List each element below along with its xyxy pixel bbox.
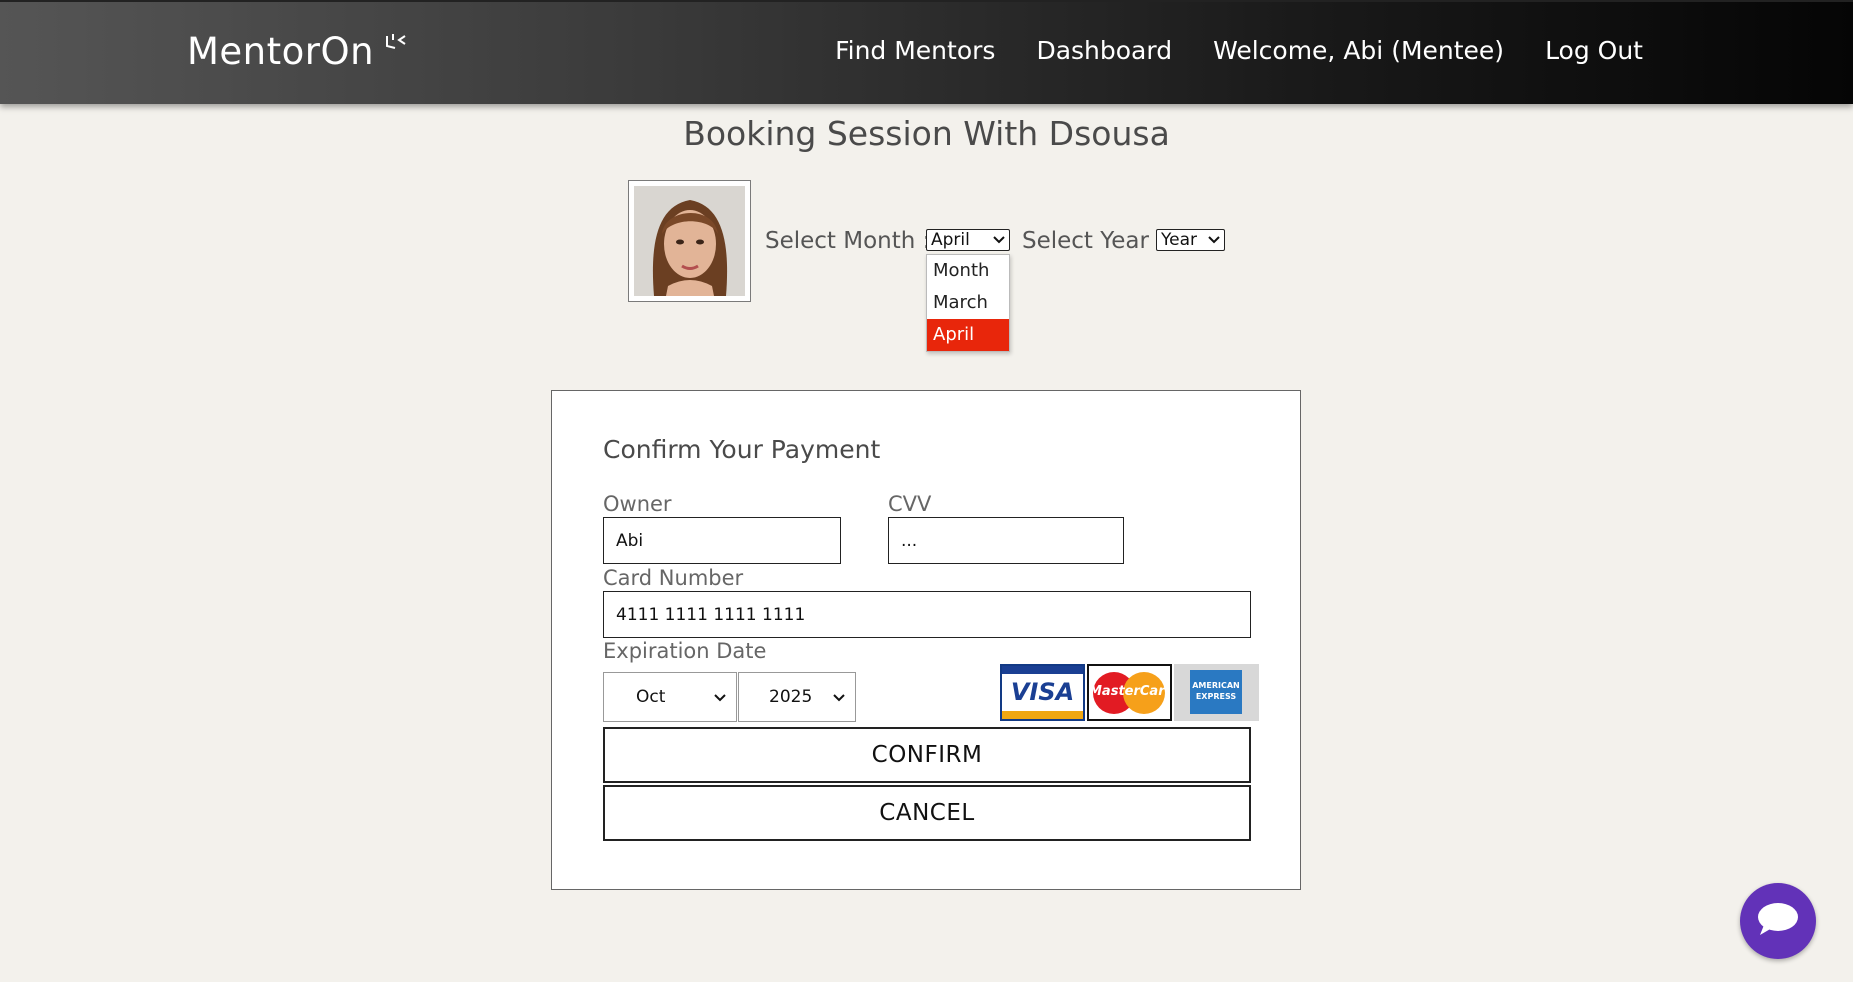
mentor-avatar [634, 186, 745, 296]
chat-bubble-icon [1756, 899, 1800, 943]
cvv-input[interactable]: ... [888, 517, 1124, 564]
logo[interactable]: MentorOn [187, 30, 409, 73]
confirm-button[interactable]: CONFIRM [603, 727, 1251, 783]
select-year-label: Select Year : [1022, 228, 1165, 254]
chat-button[interactable] [1740, 883, 1816, 959]
mastercard-logo-text: MasterCard [1089, 684, 1172, 699]
amex-logo: AMERICAN EXPRESS [1174, 664, 1259, 721]
month-select[interactable]: April [926, 229, 1010, 251]
nav-dashboard[interactable]: Dashboard [1036, 36, 1172, 65]
owner-input[interactable]: Abi [603, 517, 841, 564]
mastercard-logo: MasterCard [1087, 664, 1172, 721]
month-dropdown-list: Month March April [926, 254, 1010, 352]
month-option[interactable]: Month [927, 255, 1009, 287]
card-number-input[interactable]: 4111 1111 1111 1111 [603, 591, 1251, 638]
amex-logo-text: AMERICAN EXPRESS [1190, 670, 1242, 714]
year-select[interactable]: Year [1156, 229, 1225, 251]
card-number-label: Card Number [603, 566, 744, 590]
logo-text: MentorOn [187, 30, 375, 73]
chevron-down-icon [833, 687, 845, 707]
mentor-avatar-frame [628, 180, 751, 302]
chevron-down-icon [1208, 233, 1220, 247]
month-option-selected[interactable]: April [927, 319, 1009, 351]
exp-year-value: 2025 [769, 687, 813, 707]
nav-logout[interactable]: Log Out [1545, 36, 1643, 65]
cancel-button[interactable]: CANCEL [603, 785, 1251, 841]
top-navbar: MentorOn Find Mentors Dashboard Welcome,… [0, 0, 1853, 104]
accepted-cards: VISA MasterCard AMERICAN EXPRESS [1000, 664, 1259, 721]
visa-logo: VISA [1000, 664, 1085, 721]
page-title: Booking Session With Dsousa [683, 114, 1170, 153]
chevron-down-icon [993, 233, 1005, 247]
nav-find-mentors[interactable]: Find Mentors [835, 36, 995, 65]
logo-spark-icon [376, 34, 409, 59]
month-option[interactable]: March [927, 287, 1009, 319]
payment-panel: Confirm Your Payment Owner Abi CVV ... C… [551, 390, 1301, 890]
cvv-label: CVV [888, 492, 932, 516]
month-select-value: April [931, 230, 970, 250]
exp-month-select[interactable]: Oct [603, 672, 737, 722]
exp-month-value: Oct [636, 687, 666, 707]
nav-welcome-user[interactable]: Welcome, Abi (Mentee) [1213, 36, 1504, 65]
visa-logo-text: VISA [1010, 678, 1075, 706]
owner-label: Owner [603, 492, 672, 516]
select-month-label: Select Month : [765, 228, 931, 254]
payment-title: Confirm Your Payment [603, 435, 881, 464]
year-select-value: Year [1161, 230, 1197, 250]
chevron-down-icon [714, 687, 726, 707]
expiration-date-label: Expiration Date [603, 639, 767, 663]
main-nav: Find Mentors Dashboard Welcome, Abi (Men… [835, 36, 1643, 65]
exp-year-select[interactable]: 2025 [738, 672, 856, 722]
